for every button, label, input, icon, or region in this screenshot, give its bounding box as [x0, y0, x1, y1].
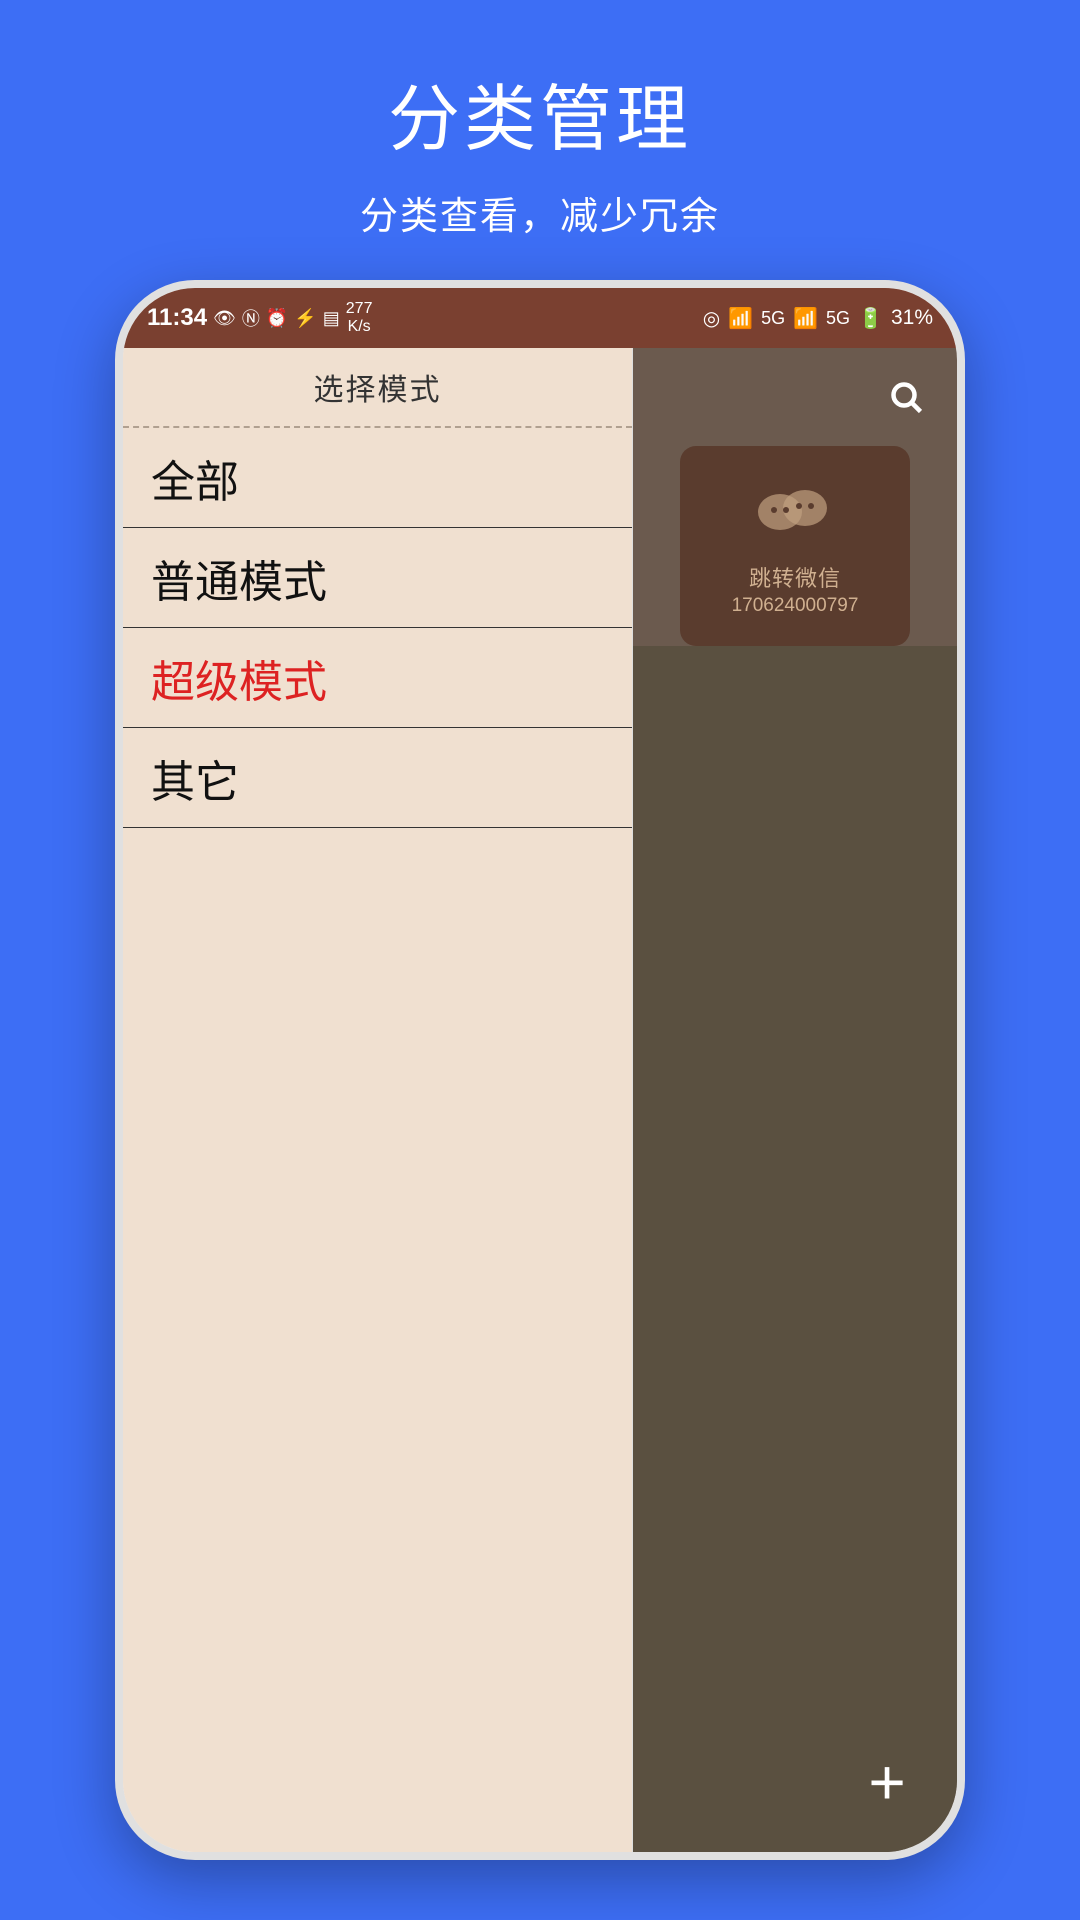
status-bar: 11:34 👁 Ⓝ ⏰ ⚡ ▤ 277K/s ◎ 📶 5G 📶 5G 🔋 31% [123, 288, 957, 348]
left-panel: 选择模式 全部 普通模式 超级模式 其它 [123, 348, 633, 1852]
wechat-card[interactable]: 跳转微信 170624000797 [680, 446, 910, 646]
right-panel: 跳转微信 170624000797 + [633, 348, 957, 1852]
dropdown-label: 选择模式 [314, 365, 442, 409]
data-icon: ▤ [323, 308, 340, 329]
wechat-number: 170624000797 [732, 595, 859, 617]
page-header: 分类管理 分类查看，减少冗余 [0, 0, 1080, 280]
menu-spacer [123, 828, 632, 1852]
menu-item-all[interactable]: 全部 [123, 428, 632, 528]
plus-button[interactable]: + [847, 1742, 927, 1822]
page-subtitle: 分类查看，减少冗余 [360, 185, 720, 240]
page-title: 分类管理 [388, 60, 692, 165]
right-toolbar [633, 358, 957, 438]
alarm-icon: ⏰ [266, 308, 288, 329]
menu-item-other[interactable]: 其它 [123, 728, 632, 828]
plus-icon: + [868, 1750, 905, 1814]
signal1-icon: 📶 [728, 306, 753, 331]
battery-percent: 31% [891, 306, 933, 330]
main-content: 选择模式 全部 普通模式 超级模式 其它 [123, 348, 957, 1852]
status-time: 11:34 [147, 304, 207, 332]
signal2-icon: 📶 [793, 306, 818, 331]
phone-frame: 11:34 👁 Ⓝ ⏰ ⚡ ▤ 277K/s ◎ 📶 5G 📶 5G 🔋 31%… [115, 280, 965, 1860]
wechat-icon [745, 475, 845, 555]
wechat-label: 跳转微信 [749, 561, 841, 593]
n-icon: Ⓝ [242, 305, 260, 331]
status-speed: 277K/s [346, 300, 373, 335]
search-icon [889, 380, 925, 416]
menu-item-super[interactable]: 超级模式 [123, 628, 632, 728]
bluetooth-icon: ⚡ [294, 308, 316, 329]
wifi-icon: ◎ [703, 306, 720, 331]
menu-item-normal[interactable]: 普通模式 [123, 528, 632, 628]
menu-item-super-label: 超级模式 [151, 646, 327, 710]
5g-label: 5G [761, 308, 785, 329]
battery-icon: 🔋 [858, 306, 883, 331]
dropdown-header[interactable]: 选择模式 [123, 348, 632, 428]
right-dark-area [633, 646, 957, 1852]
menu-item-normal-label: 普通模式 [151, 546, 327, 610]
status-right: ◎ 📶 5G 📶 5G 🔋 31% [703, 306, 933, 331]
status-left: 11:34 👁 Ⓝ ⏰ ⚡ ▤ 277K/s [147, 300, 372, 335]
menu-item-all-label: 全部 [151, 446, 239, 510]
eye-icon: 👁 [213, 308, 236, 329]
search-button[interactable] [877, 368, 937, 428]
menu-item-other-label: 其它 [151, 746, 239, 810]
5g-label2: 5G [826, 308, 850, 329]
